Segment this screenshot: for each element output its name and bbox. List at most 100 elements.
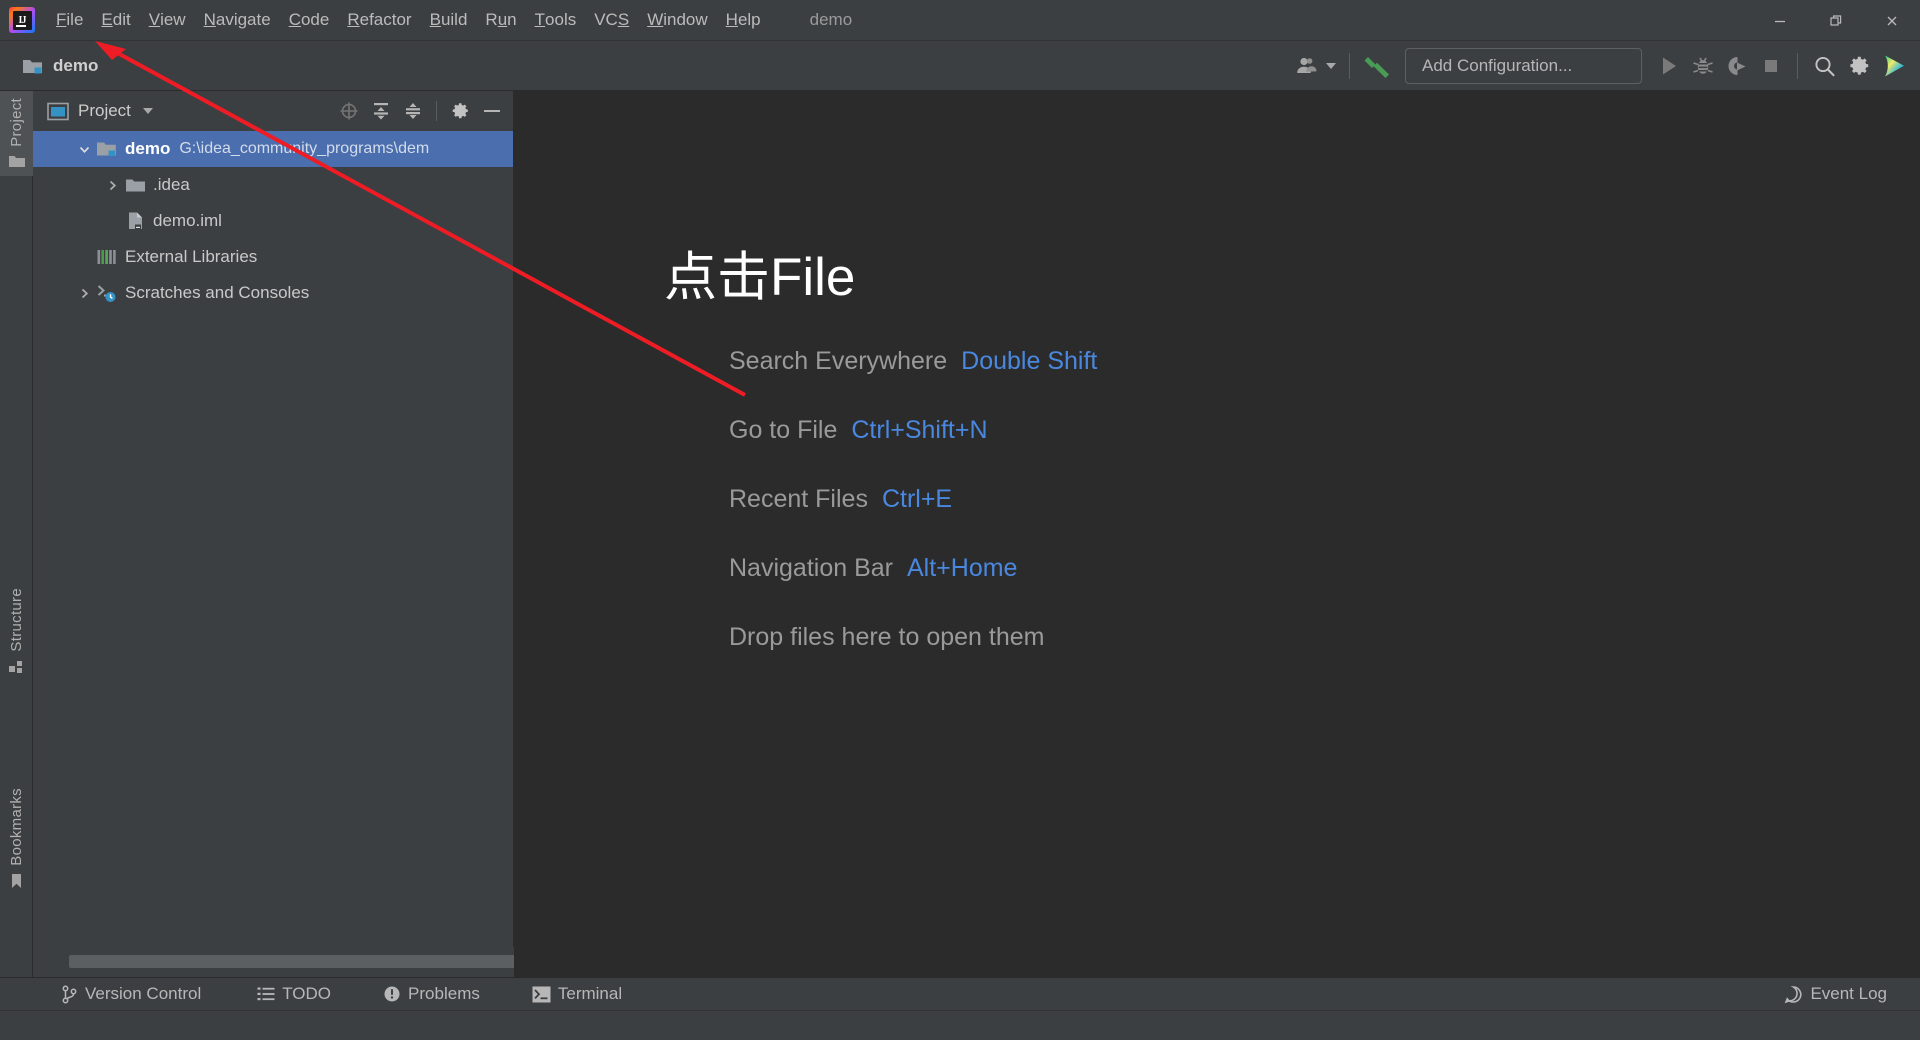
menu-accel-code: C [288, 10, 301, 29]
status-item-terminal[interactable]: Terminal [519, 978, 635, 1011]
project-panel-header: Project [33, 91, 513, 131]
build-project-button[interactable] [1359, 47, 1395, 85]
stripe-label-structure: Structure [8, 588, 25, 652]
status-label-version-control: Version Control [85, 984, 202, 1003]
menu-item-refactor[interactable]: Refactor [338, 0, 420, 41]
user-profile-button[interactable] [1291, 47, 1340, 85]
tree-row-demo-iml[interactable]: demo.iml [33, 203, 513, 239]
tree-row-demo[interactable]: demo G:\idea_community_programs\dem [33, 131, 513, 167]
project-tool-window: Project demo G:\idea_community_programs\… [33, 91, 524, 977]
toolbar-separator-2 [1797, 53, 1798, 79]
chevron-right-icon[interactable] [101, 179, 123, 192]
window-controls [1752, 0, 1920, 41]
tree-row-scratches-and-consoles[interactable]: Scratches and Consoles [33, 275, 513, 311]
menu-rest-edit: dit [112, 10, 131, 29]
project-tree[interactable]: demo G:\idea_community_programs\dem .ide… [33, 131, 513, 947]
editor-area: 点击File Search Everywhere Double Shift Go… [514, 91, 1920, 977]
editor-welcome-screen: 点击File Search Everywhere Double Shift Go… [664, 248, 1097, 652]
scratches-icon [95, 283, 119, 303]
chevron-right-icon[interactable] [73, 287, 95, 300]
ide-update-button[interactable] [1876, 47, 1912, 85]
chevron-down-icon[interactable] [73, 143, 95, 156]
project-window-icon [47, 102, 69, 120]
main-toolbar: demo Add Configuration... [0, 41, 1920, 91]
stripe-item-bookmarks[interactable]: Bookmarks [0, 781, 33, 897]
menu-accel-tools: T [534, 10, 546, 29]
title-bar: IJ File Edit View Navigate Code Refactor… [0, 0, 1920, 41]
close-button[interactable] [1864, 0, 1920, 41]
locate-target-icon [340, 102, 358, 120]
menu-item-navigate[interactable]: Navigate [195, 0, 280, 41]
restore-button[interactable] [1808, 0, 1864, 41]
stripe-item-project[interactable]: Project [0, 91, 33, 176]
tree-path-demo: G:\idea_community_programs\dem [179, 140, 430, 157]
window-title: demo [809, 10, 853, 29]
menu-rest-window: indow [663, 10, 708, 29]
tree-row-external-libraries[interactable]: External Libraries [33, 239, 513, 275]
tree-label-external-libraries: External Libraries [125, 247, 258, 266]
scrollbar-thumb[interactable] [69, 955, 524, 968]
menu-item-code[interactable]: Code [280, 0, 339, 41]
status-item-version-control[interactable]: Version Control [48, 978, 214, 1011]
menu-item-edit[interactable]: Edit [92, 0, 139, 41]
run-coverage-icon [1728, 57, 1746, 75]
status-item-todo[interactable]: TODO [244, 978, 344, 1011]
menu-item-build[interactable]: Build [421, 0, 477, 41]
menu-item-run[interactable]: Run [476, 0, 525, 41]
panel-separator [436, 101, 437, 121]
run-with-coverage-button[interactable] [1720, 47, 1754, 85]
minimize-button[interactable] [1752, 0, 1808, 41]
status-item-event-log[interactable]: Event Log [1771, 978, 1900, 1011]
menu-item-window[interactable]: Window [638, 0, 716, 41]
run-icon [1663, 57, 1676, 75]
hint-key-navigation-bar: Alt+Home [906, 554, 1018, 583]
menu-bar: File Edit View Navigate Code Refactor Bu… [47, 0, 770, 41]
menu-accel-build: B [429, 10, 441, 29]
menu-item-view[interactable]: View [140, 0, 195, 41]
menu-item-help[interactable]: Help [717, 0, 770, 41]
hint-row-navigation-bar: Navigation Bar Alt+Home [729, 554, 1097, 583]
chevron-down-icon[interactable] [142, 108, 153, 114]
collapse-all-button[interactable] [398, 96, 428, 126]
status-item-problems[interactable]: Problems [370, 978, 493, 1011]
menu-item-file[interactable]: File [47, 0, 92, 41]
hint-key-go-to-file: Ctrl+Shift+N [851, 416, 988, 445]
hammer-build-icon [1364, 57, 1389, 78]
run-configuration-label: Add Configuration... [1422, 56, 1573, 75]
expand-all-button[interactable] [366, 96, 396, 126]
search-everywhere-button[interactable] [1807, 47, 1842, 85]
intellij-idea-logo-icon: IJ [9, 7, 35, 33]
stripe-item-structure[interactable]: Structure [0, 581, 33, 682]
chevron-down-icon [1326, 63, 1336, 69]
settings-gear-icon [1850, 56, 1869, 75]
ide-update-icon [1885, 55, 1904, 77]
status-label-problems: Problems [408, 984, 480, 1003]
tree-label-scratches-and-consoles: Scratches and Consoles [125, 283, 310, 302]
hide-minimize-icon [484, 110, 500, 112]
hint-label-recent-files: Recent Files [729, 485, 868, 514]
menu-accel-window: W [647, 10, 664, 29]
debug-button[interactable] [1686, 47, 1720, 85]
stop-button[interactable] [1754, 47, 1788, 85]
run-configuration-selector[interactable]: Add Configuration... [1405, 48, 1642, 84]
menu-item-tools[interactable]: Tools [526, 0, 586, 41]
branch-icon [62, 985, 77, 1003]
project-panel-hscrollbar[interactable] [33, 947, 524, 977]
restore-icon [1830, 14, 1842, 26]
run-button[interactable] [1652, 47, 1686, 85]
menu-accel-vcs: S [617, 10, 630, 29]
tree-row-idea[interactable]: .idea [33, 167, 513, 203]
problems-warning-icon [384, 986, 400, 1002]
page-title: 点击File [664, 248, 856, 307]
project-settings-button[interactable] [445, 96, 475, 126]
project-folder-icon [23, 59, 42, 73]
minimize-icon [1775, 20, 1785, 22]
hide-panel-button[interactable] [477, 96, 507, 126]
left-tool-stripe: Project Structure Bookmarks [0, 91, 33, 1010]
locate-file-button[interactable] [334, 96, 364, 126]
breadcrumb[interactable]: demo [22, 56, 98, 76]
menu-accel-run: u [497, 10, 508, 29]
settings-button[interactable] [1842, 47, 1876, 85]
project-folder-icon [95, 140, 119, 158]
menu-item-vcs[interactable]: VC S [585, 0, 638, 41]
